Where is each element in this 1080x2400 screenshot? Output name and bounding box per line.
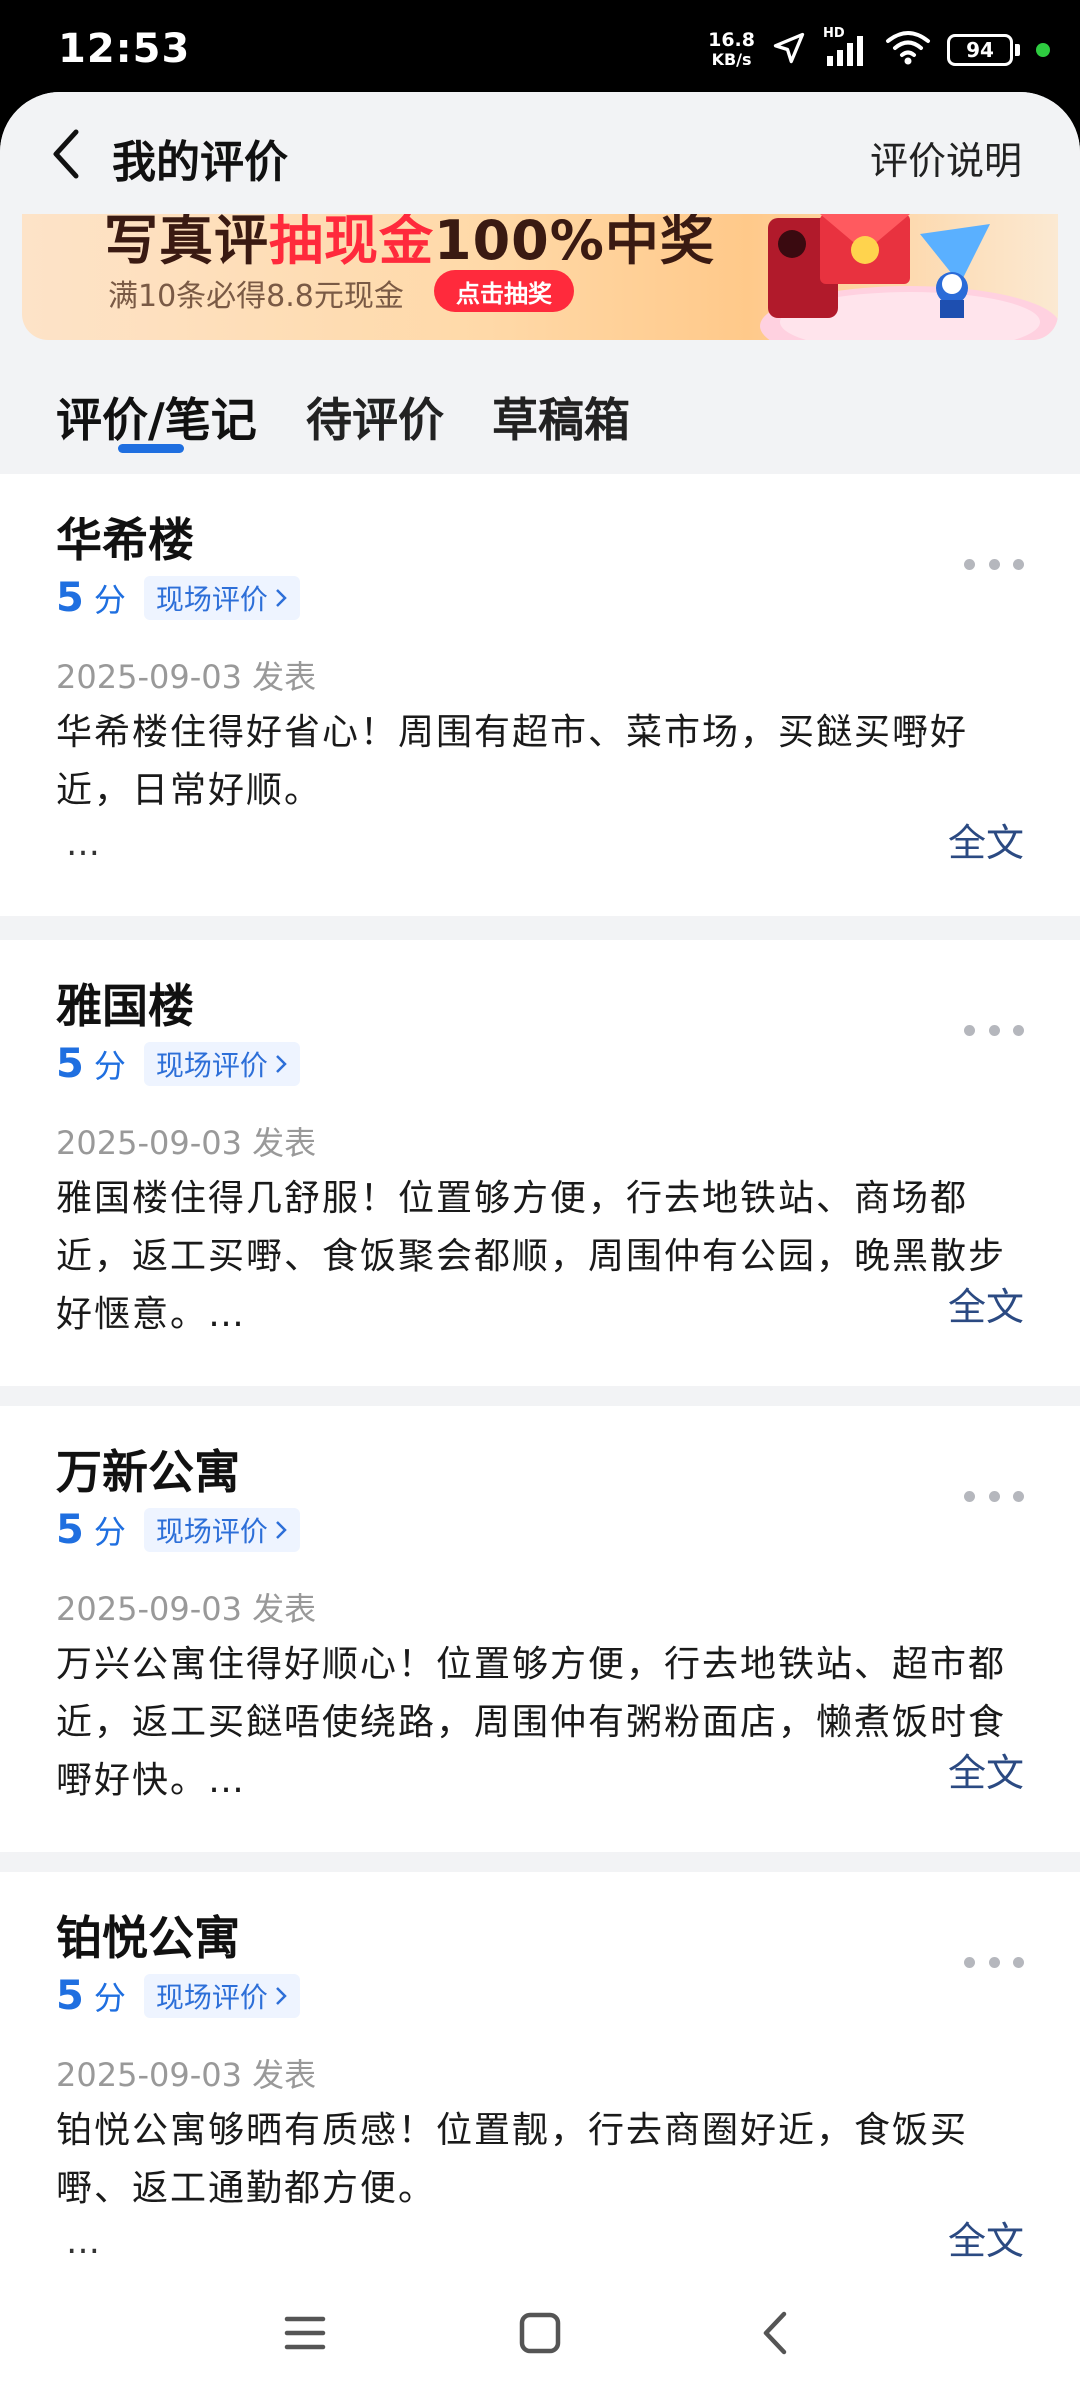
review-title: 铂悦公寓 [56, 1911, 240, 1965]
score-unit: 分 [93, 581, 126, 619]
review-score: 5 [56, 1973, 84, 2019]
score-unit: 分 [93, 1979, 126, 2017]
onsite-review-tag[interactable]: 现场评价 [143, 1042, 300, 1086]
review-score: 5 [56, 1041, 84, 1087]
score-unit: 分 [93, 1047, 126, 1085]
rating-row: 5 分 现场评价 [56, 1972, 300, 2020]
full-text-link[interactable]: 全文 [948, 1276, 1024, 1331]
score-unit: 分 [93, 1513, 126, 1551]
active-tab-indicator [118, 444, 184, 453]
chevron-left-icon [53, 129, 79, 179]
square-home-icon [519, 2312, 561, 2354]
status-bar: 12:53 16.8 KB/s HD 94 [0, 0, 1080, 100]
tag-label: 现场评价 [155, 1981, 268, 2014]
banner-headline: 写真评抽现金100%中奖 [104, 214, 715, 275]
onsite-review-tag[interactable]: 现场评价 [143, 576, 300, 620]
review-date: 2025-09-03 发表 [56, 1124, 317, 1162]
status-icons: 16.8 KB/s HD 94 [708, 22, 1050, 78]
network-speed-unit: KB/s [711, 50, 752, 69]
full-text-link[interactable]: 全文 [948, 2210, 1024, 2265]
network-speed: 16.8 KB/s [708, 29, 755, 70]
tab-reviews-notes[interactable]: 评价/笔记 [56, 384, 257, 450]
review-card[interactable]: 万新公寓 5 分 现场评价 2025-09-03 发表 万兴公寓住得好顺心！位置… [0, 1406, 1080, 1852]
system-navigation-bar [0, 2270, 1080, 2400]
tag-label: 现场评价 [155, 583, 268, 616]
battery-tip [1015, 44, 1020, 56]
more-options-button[interactable] [964, 1950, 1024, 1974]
review-score: 5 [56, 1507, 84, 1553]
review-card[interactable]: 雅国楼 5 分 现场评价 2025-09-03 发表 雅国楼住得几舒服！位置够方… [0, 940, 1080, 1386]
onsite-review-tag[interactable]: 现场评价 [143, 1508, 300, 1552]
chevron-right-icon [275, 1055, 287, 1073]
chevron-left-icon [763, 2311, 787, 2355]
location-arrow-icon [771, 30, 807, 70]
review-ellipsis: … [66, 2222, 102, 2262]
banner-subtitle: 满10条必得8.8元现金 [108, 279, 404, 314]
more-options-button[interactable] [964, 1018, 1024, 1042]
review-title: 万新公寓 [56, 1445, 240, 1499]
status-time: 12:53 [58, 26, 191, 72]
onsite-review-tag[interactable]: 现场评价 [143, 1974, 300, 2018]
menu-lines-icon [284, 2316, 326, 2350]
back-button[interactable] [38, 124, 94, 184]
home-button[interactable] [505, 2298, 575, 2368]
banner-headline-highlight: 抽现金 [269, 214, 434, 272]
review-body: 铂悦公寓够晒有质感！位置靓，行去商圈好近，食饭买嘢、返工通勤都方便。 [56, 2110, 969, 2209]
tag-label: 现场评价 [155, 1515, 268, 1548]
review-score: 5 [56, 575, 84, 621]
chevron-right-icon [275, 1521, 287, 1539]
app-screen: 我的评价 评价说明 写真评抽现金100%中奖 满10条必得8.8元现金 点击抽奖… [0, 92, 1080, 2400]
page-title: 我的评价 [112, 137, 288, 188]
banner-illustration [760, 214, 1058, 340]
more-options-button[interactable] [964, 1484, 1024, 1508]
review-guide-link[interactable]: 评价说明 [870, 130, 1022, 185]
tab-drafts[interactable]: 草稿箱 [492, 384, 630, 450]
rating-row: 5 分 现场评价 [56, 1506, 300, 1554]
banner-headline-suffix: 100%中奖 [434, 214, 715, 272]
top-navigation-bar: 我的评价 评价说明 [0, 92, 1080, 214]
system-back-button[interactable] [740, 2298, 810, 2368]
banner-headline-prefix: 写真评 [104, 214, 269, 272]
rating-row: 5 分 现场评价 [56, 574, 300, 622]
battery-indicator: 94 [947, 34, 1020, 66]
review-date: 2025-09-03 发表 [56, 2056, 317, 2094]
review-card[interactable]: 华希楼 5 分 现场评价 2025-09-03 发表 华希楼住得好省心！周围有超… [0, 474, 1080, 916]
full-text-link[interactable]: 全文 [948, 812, 1024, 867]
review-date: 2025-09-03 发表 [56, 658, 317, 696]
review-date: 2025-09-03 发表 [56, 1590, 317, 1628]
cellular-signal-icon: HD [823, 26, 869, 70]
more-options-button[interactable] [964, 552, 1024, 576]
rating-row: 5 分 现场评价 [56, 1040, 300, 1088]
tag-label: 现场评价 [155, 1049, 268, 1082]
wifi-icon [885, 29, 931, 71]
review-body: 华希楼住得好省心！周围有超市、菜市场，买餸买嘢好近，日常好顺。 [56, 712, 969, 811]
review-title: 雅国楼 [56, 979, 194, 1033]
tab-pending-review[interactable]: 待评价 [306, 384, 444, 450]
battery-level: 94 [947, 34, 1013, 66]
review-body: 万兴公寓住得好顺心！位置够方便，行去地铁站、超市都近，返工买餸唔使绕路，周围仲有… [56, 1644, 1007, 1801]
privacy-indicator-dot [1036, 43, 1050, 57]
recent-apps-button[interactable] [270, 2298, 340, 2368]
full-text-link[interactable]: 全文 [948, 1742, 1024, 1797]
review-title: 华希楼 [56, 513, 194, 567]
review-tabs: 评价/笔记 待评价 草稿箱 [0, 340, 1080, 474]
draw-prize-button[interactable]: 点击抽奖 [434, 270, 574, 312]
chevron-right-icon [275, 589, 287, 607]
chevron-right-icon [275, 1987, 287, 2005]
promo-banner[interactable]: 写真评抽现金100%中奖 满10条必得8.8元现金 点击抽奖 [22, 214, 1058, 340]
network-speed-value: 16.8 [708, 29, 755, 51]
review-body: 雅国楼住得几舒服！位置够方便，行去地铁站、商场都近，返工买嘢、食饭聚会都顺，周围… [56, 1178, 1007, 1335]
review-ellipsis: … [66, 824, 102, 864]
